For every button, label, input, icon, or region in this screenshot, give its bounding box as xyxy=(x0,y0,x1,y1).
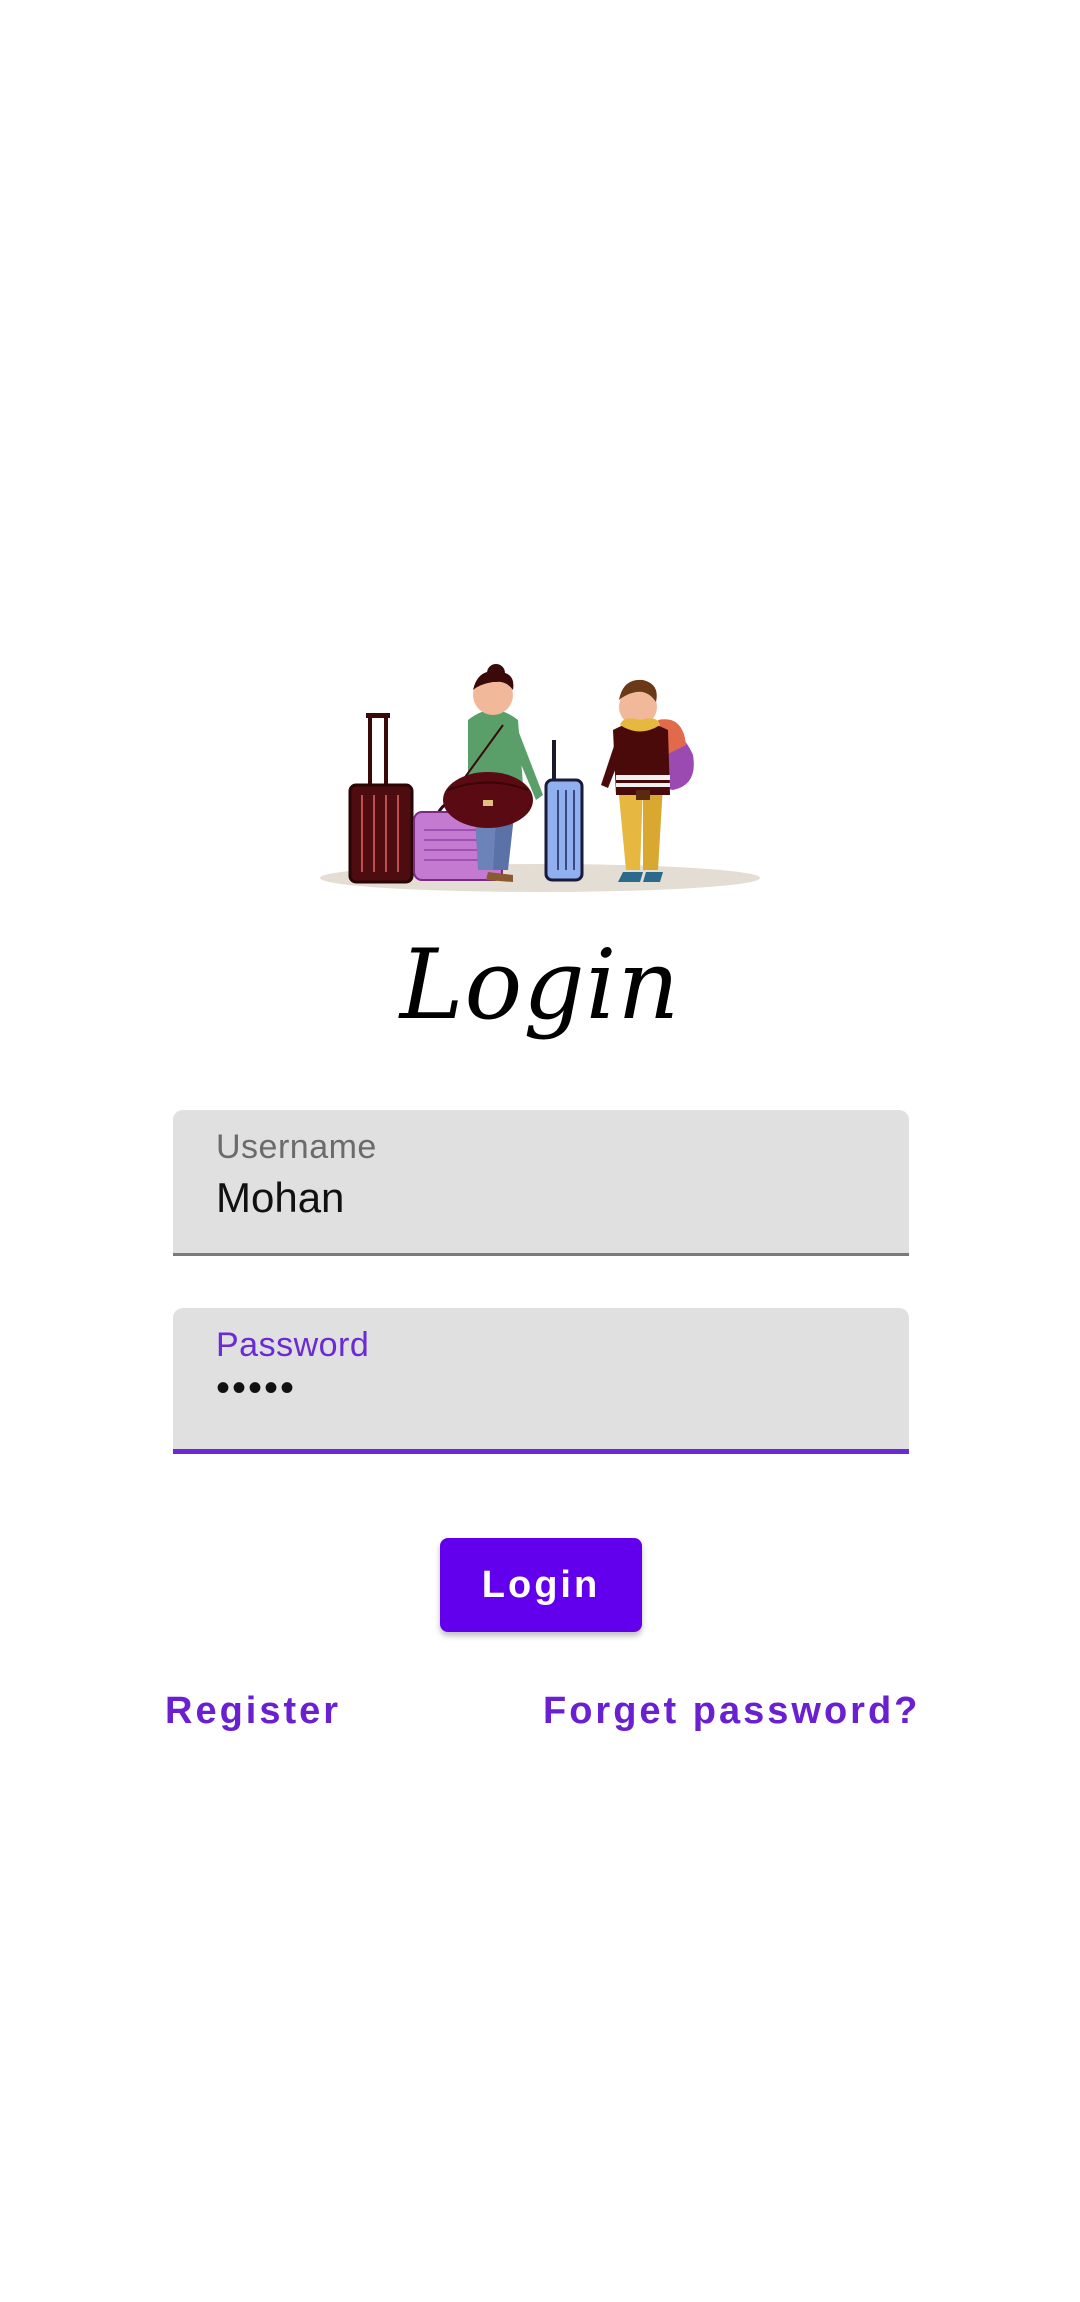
blue-suitcase-icon xyxy=(544,740,584,882)
login-button[interactable]: Login xyxy=(440,1538,642,1632)
dark-suitcase-icon xyxy=(348,713,414,884)
username-field[interactable]: Username xyxy=(173,1110,909,1256)
password-label: Password xyxy=(216,1326,370,1364)
password-input[interactable]: ••••• xyxy=(216,1366,866,1411)
username-input[interactable] xyxy=(216,1174,866,1222)
travelers-illustration xyxy=(320,664,760,892)
traveler-backpack-icon xyxy=(601,679,694,882)
username-label: Username xyxy=(216,1128,377,1166)
register-link[interactable]: Register xyxy=(165,1690,341,1733)
forgot-password-link[interactable]: Forget password? xyxy=(543,1690,920,1733)
password-field[interactable]: Password ••••• xyxy=(173,1308,909,1454)
page-title: Login xyxy=(399,929,681,1041)
